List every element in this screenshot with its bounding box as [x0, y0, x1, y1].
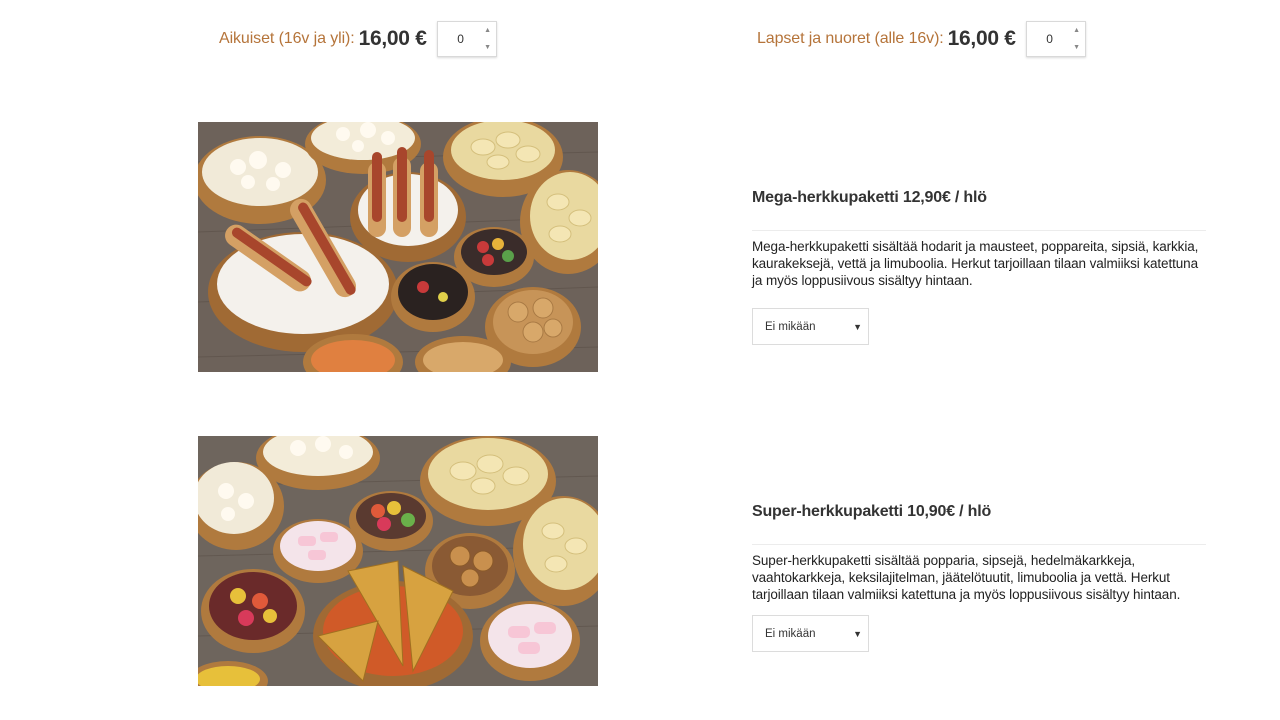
- chevron-down-icon: ▼: [853, 321, 862, 332]
- divider: [752, 544, 1206, 545]
- child-ticket-row: Lapset ja nuoret (alle 16v): 16,00 € 0 ▲…: [757, 20, 1086, 58]
- product-description: Mega-herkkupaketti sisältää hodarit ja m…: [752, 239, 1199, 288]
- child-stepper-arrows: ▲ ▼: [1069, 22, 1085, 56]
- mega-package-photo: [198, 122, 598, 372]
- super-package-info: Super-herkkupaketti 10,90€ / hlö Super-h…: [752, 503, 1206, 652]
- child-quantity-stepper[interactable]: 0 ▲ ▼: [1025, 21, 1086, 57]
- product-title: Super-herkkupaketti 10,90€ / hlö: [752, 503, 992, 520]
- mega-package-photo-svg: [198, 122, 598, 372]
- decrement-down-icon[interactable]: ▼: [480, 39, 496, 56]
- select-value: Ei mikään: [765, 320, 816, 333]
- adult-quantity-stepper[interactable]: 0 ▲ ▼: [436, 21, 497, 57]
- adult-stepper-arrows: ▲ ▼: [480, 22, 496, 56]
- divider: [752, 230, 1206, 231]
- product-title: Mega-herkkupaketti 12,90€ / hlö: [752, 189, 987, 206]
- mega-package-info: Mega-herkkupaketti 12,90€ / hlö Mega-her…: [752, 189, 1206, 345]
- adult-ticket-label: Aikuiset (16v ja yli):: [219, 30, 355, 47]
- select-value: Ei mikään: [765, 627, 816, 640]
- adult-ticket-row: Aikuiset (16v ja yli): 16,00 € 0 ▲ ▼: [219, 20, 497, 58]
- child-quantity-value[interactable]: 0: [1027, 22, 1069, 56]
- adult-ticket-price: 16,00 €: [358, 27, 427, 50]
- product-description: Super-herkkupaketti sisältää popparia, s…: [752, 553, 1181, 602]
- increment-up-icon[interactable]: ▲: [1069, 22, 1085, 39]
- child-ticket-price: 16,00 €: [947, 27, 1016, 50]
- increment-up-icon[interactable]: ▲: [480, 22, 496, 39]
- adult-quantity-value[interactable]: 0: [438, 22, 480, 56]
- chevron-down-icon: ▼: [853, 628, 862, 639]
- child-ticket-label: Lapset ja nuoret (alle 16v):: [757, 30, 944, 47]
- super-package-select[interactable]: Ei mikään ▼: [752, 615, 869, 652]
- super-package-photo: [198, 436, 598, 686]
- mega-package-select[interactable]: Ei mikään ▼: [752, 308, 869, 345]
- decrement-down-icon[interactable]: ▼: [1069, 39, 1085, 56]
- super-package-photo-svg: [198, 436, 598, 686]
